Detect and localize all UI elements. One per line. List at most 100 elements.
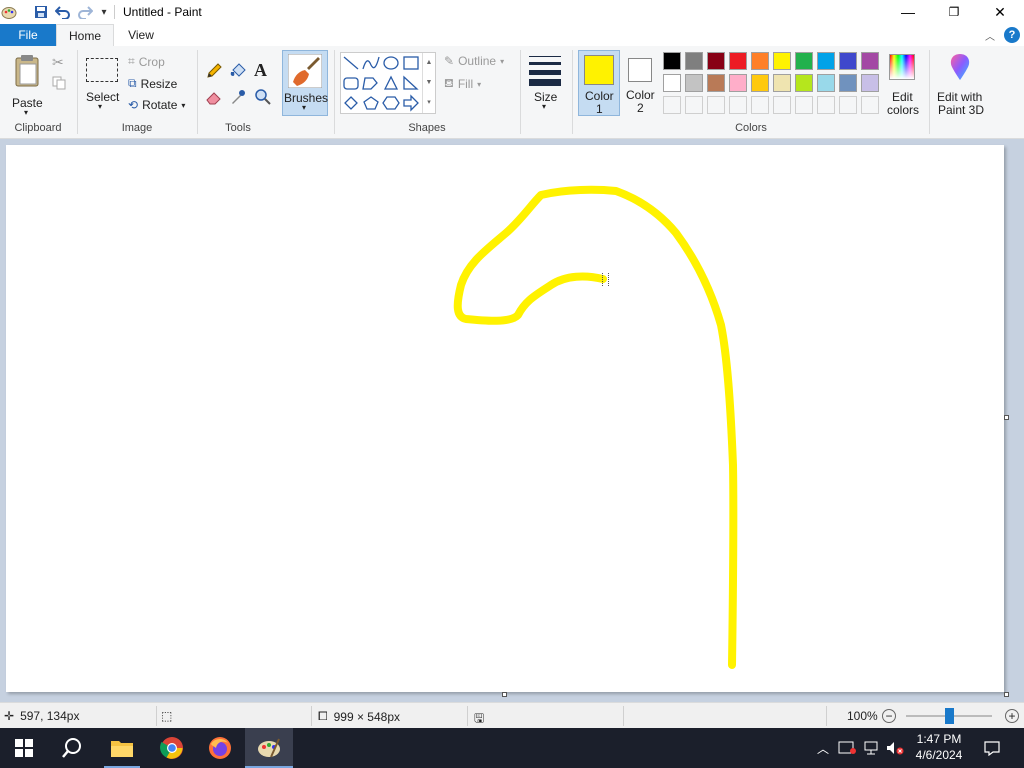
custom-color-slot[interactable] xyxy=(839,96,857,114)
help-icon[interactable]: ? xyxy=(1004,27,1020,43)
zoom-out-button[interactable]: − xyxy=(882,709,896,723)
palette-color-swatch[interactable] xyxy=(685,74,703,92)
hexagon-shape-icon[interactable] xyxy=(382,96,400,110)
outline-button[interactable]: ✎ Outline ▾ xyxy=(444,54,504,68)
edit-colors-button[interactable]: Edit colors xyxy=(884,52,922,117)
shapes-scroll[interactable]: ▲ ▼ ▾ xyxy=(422,53,435,113)
palette-color-swatch[interactable] xyxy=(773,52,791,70)
paint-app-icon[interactable] xyxy=(0,3,18,21)
custom-color-slot[interactable] xyxy=(751,96,769,114)
custom-color-slot[interactable] xyxy=(817,96,835,114)
select-button[interactable]: Select ▾ xyxy=(84,54,120,116)
palette-color-swatch[interactable] xyxy=(795,52,813,70)
color-picker-icon[interactable] xyxy=(229,88,247,109)
copy-icon[interactable] xyxy=(52,76,66,93)
rotate-button[interactable]: ⟲ Rotate ▾ xyxy=(128,98,185,112)
cut-icon[interactable]: ✂ xyxy=(52,54,64,71)
color-palette xyxy=(663,52,885,118)
palette-color-swatch[interactable] xyxy=(839,74,857,92)
paste-icon xyxy=(15,55,39,87)
right-arrow-shape-icon[interactable] xyxy=(403,94,419,112)
custom-color-slot[interactable] xyxy=(729,96,747,114)
paint-taskbar-button[interactable] xyxy=(245,728,293,768)
tab-home[interactable]: Home xyxy=(56,24,114,46)
diamond-shape-icon[interactable] xyxy=(344,96,358,110)
fill-bucket-icon[interactable] xyxy=(229,62,247,83)
file-explorer-button[interactable] xyxy=(98,728,146,768)
oval-shape-icon[interactable] xyxy=(383,56,399,70)
zoom-slider-thumb[interactable] xyxy=(945,708,954,724)
palette-color-swatch[interactable] xyxy=(861,74,879,92)
pencil-icon[interactable] xyxy=(205,62,223,83)
search-button[interactable] xyxy=(48,728,96,768)
right-triangle-shape-icon[interactable] xyxy=(403,75,419,90)
custom-color-slot[interactable] xyxy=(773,96,791,114)
custom-color-slot[interactable] xyxy=(685,96,703,114)
customize-quick-access-icon[interactable]: ▾ xyxy=(95,3,113,21)
palette-color-swatch[interactable] xyxy=(839,52,857,70)
polygon-shape-icon[interactable] xyxy=(362,77,378,90)
palette-color-swatch[interactable] xyxy=(751,74,769,92)
undo-icon[interactable] xyxy=(54,3,72,21)
fill-button[interactable]: ⛾ Fill ▾ xyxy=(444,76,481,92)
minimize-button[interactable]: — xyxy=(885,0,931,24)
edit-with-paint3d-button[interactable]: Edit with Paint 3D xyxy=(934,50,990,117)
resize-handle-corner[interactable] xyxy=(1004,692,1009,697)
notifications-button[interactable] xyxy=(978,728,1006,768)
resize-handle-right[interactable] xyxy=(1004,415,1009,420)
network-icon[interactable] xyxy=(860,728,882,768)
magnifier-icon[interactable] xyxy=(254,88,272,109)
rounded-rectangle-shape-icon[interactable] xyxy=(343,77,359,90)
maximize-button[interactable]: ❐ xyxy=(931,0,977,24)
clock[interactable]: 1:47 PM 4/6/2024 xyxy=(906,731,972,763)
resize-button[interactable]: ⧉ Resize xyxy=(128,76,177,91)
volume-muted-icon[interactable] xyxy=(884,728,906,768)
palette-color-swatch[interactable] xyxy=(773,74,791,92)
palette-color-swatch[interactable] xyxy=(751,52,769,70)
tab-file[interactable]: File xyxy=(0,24,56,46)
palette-color-swatch[interactable] xyxy=(707,52,725,70)
palette-color-swatch[interactable] xyxy=(707,74,725,92)
color2-button[interactable]: Color 2 xyxy=(622,50,662,116)
curve-shape-icon[interactable] xyxy=(362,56,380,70)
custom-color-slot[interactable] xyxy=(663,96,681,114)
palette-color-swatch[interactable] xyxy=(685,52,703,70)
palette-color-swatch[interactable] xyxy=(663,52,681,70)
pentagon-shape-icon[interactable] xyxy=(363,96,379,110)
palette-color-swatch[interactable] xyxy=(663,74,681,92)
firefox-button[interactable] xyxy=(196,728,244,768)
color1-button[interactable]: Color 1 xyxy=(578,50,620,116)
close-button[interactable]: ✕ xyxy=(977,0,1023,24)
palette-color-swatch[interactable] xyxy=(729,52,747,70)
tab-view[interactable]: View xyxy=(118,24,164,46)
chrome-button[interactable] xyxy=(148,728,196,768)
palette-color-swatch[interactable] xyxy=(817,52,835,70)
drawing-canvas[interactable] xyxy=(6,145,1004,692)
triangle-shape-icon[interactable] xyxy=(383,75,399,90)
custom-color-slot[interactable] xyxy=(707,96,725,114)
action-tray-icon[interactable] xyxy=(836,728,858,768)
show-hidden-icons-button[interactable]: ︿ xyxy=(814,728,832,768)
collapse-ribbon-icon[interactable]: ︿ xyxy=(985,28,995,43)
zoom-slider[interactable] xyxy=(906,708,992,724)
start-button[interactable] xyxy=(0,728,48,768)
save-icon[interactable] xyxy=(32,3,50,21)
palette-color-swatch[interactable] xyxy=(729,74,747,92)
paste-button[interactable]: Paste ▾ xyxy=(8,52,46,117)
zoom-in-button[interactable]: + xyxy=(1005,709,1019,723)
brushes-button[interactable]: Brushes ▾ xyxy=(282,50,328,116)
canvas-size-icon: ⧠ xyxy=(318,709,328,723)
size-button[interactable]: Size ▾ xyxy=(526,52,566,116)
line-shape-icon[interactable] xyxy=(343,56,359,70)
resize-handle-bottom[interactable] xyxy=(502,692,507,697)
custom-color-slot[interactable] xyxy=(795,96,813,114)
custom-color-slot[interactable] xyxy=(861,96,879,114)
palette-color-swatch[interactable] xyxy=(817,74,835,92)
palette-color-swatch[interactable] xyxy=(795,74,813,92)
rectangle-shape-icon[interactable] xyxy=(403,56,419,70)
eraser-icon[interactable] xyxy=(205,88,223,109)
text-tool-icon[interactable]: A xyxy=(254,60,267,81)
crop-button[interactable]: ⌗ Crop xyxy=(128,54,165,69)
palette-color-swatch[interactable] xyxy=(861,52,879,70)
redo-icon[interactable] xyxy=(76,3,94,21)
